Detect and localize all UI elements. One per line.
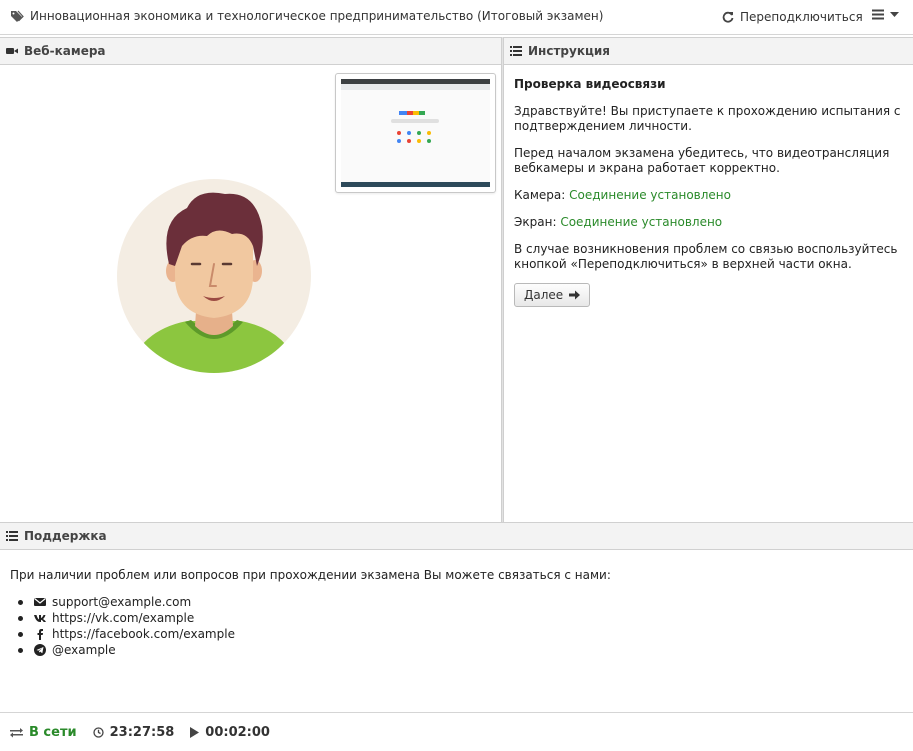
contact-telegram-text: @example — [52, 643, 116, 657]
connection-status: В сети — [10, 725, 77, 740]
webcam-panel-header: Веб-камера — [0, 37, 501, 65]
telegram-icon — [34, 644, 46, 656]
support-body: При наличии проблем или вопросов при про… — [10, 567, 900, 658]
contact-email-text: support@example.com — [52, 595, 192, 609]
instructions-heading: Проверка видеосвязи — [514, 77, 666, 91]
instructions-panel-title: Инструкция — [528, 44, 610, 58]
vk-icon — [34, 615, 46, 622]
instructions-body: Проверка видеосвязи Здравствуйте! Вы при… — [514, 77, 906, 307]
contact-email[interactable]: support@example.com — [18, 594, 900, 610]
webcam-video — [97, 146, 329, 401]
contact-vk-text: https://vk.com/example — [52, 611, 195, 625]
instructions-help-text: В случае возникновения проблем со связью… — [514, 242, 898, 271]
contact-facebook-text: https://facebook.com/example — [52, 627, 235, 641]
clock-icon — [92, 726, 104, 738]
instructions-greeting: Здравствуйте! Вы приступаете к прохожден… — [514, 104, 901, 133]
instructions-panel-header: Инструкция — [504, 37, 913, 65]
menu-button[interactable] — [872, 9, 899, 20]
next-button-label: Далее — [524, 287, 564, 302]
connection-status-text: В сети — [29, 724, 77, 740]
top-bar: Инновационная экономика и технологическо… — [0, 0, 913, 35]
reconnect-label: Переподключиться — [740, 10, 863, 24]
caret-down-icon — [890, 11, 899, 17]
facebook-icon — [37, 629, 43, 640]
support-panel-header: Поддержка — [0, 522, 913, 550]
elapsed-timer-text: 00:02:00 — [205, 724, 270, 740]
support-panel-title: Поддержка — [24, 529, 107, 543]
exam-title: Инновационная экономика и технологическо… — [30, 9, 604, 23]
screen-share-preview[interactable] — [335, 73, 496, 193]
play-icon — [190, 726, 200, 738]
panel-splitter[interactable] — [501, 37, 504, 522]
status-bar: В сети 23:27:58 00:02:00 — [0, 712, 913, 751]
screen-status-line: Экран: Соединение установлено — [514, 215, 906, 230]
tags-icon — [11, 10, 24, 22]
contact-facebook[interactable]: https://facebook.com/example — [18, 626, 900, 642]
reconnect-button[interactable]: Переподключиться — [722, 8, 863, 26]
camera-status: Соединение установлено — [569, 188, 731, 202]
support-intro: При наличии проблем или вопросов при про… — [10, 568, 611, 582]
contact-list: support@example.com https://vk.com/examp… — [18, 594, 900, 658]
exchange-icon — [10, 727, 23, 737]
contact-telegram[interactable]: @example — [18, 642, 900, 658]
screen-share-image — [341, 79, 490, 187]
camera-label: Камера: — [514, 188, 566, 202]
contact-vk[interactable]: https://vk.com/example — [18, 610, 900, 626]
hamburger-icon — [872, 9, 884, 20]
clock: 23:27:58 — [92, 724, 175, 740]
clock-text: 23:27:58 — [109, 724, 175, 740]
instructions-check-text: Перед началом экзамена убедитесь, что ви… — [514, 146, 890, 175]
webcam-panel-title: Веб-камера — [24, 44, 106, 58]
refresh-icon — [722, 11, 734, 23]
screen-label: Экран: — [514, 215, 557, 229]
user-avatar — [117, 179, 311, 373]
screen-status: Соединение установлено — [560, 215, 723, 229]
list-icon — [6, 531, 18, 541]
camera-status-line: Камера: Соединение установлено — [514, 188, 906, 203]
video-camera-icon — [6, 48, 18, 54]
arrow-right-icon — [569, 290, 581, 300]
envelope-icon — [34, 598, 46, 606]
elapsed-timer: 00:02:00 — [190, 725, 270, 740]
next-button[interactable]: Далее — [514, 283, 591, 307]
list-icon — [510, 46, 522, 56]
